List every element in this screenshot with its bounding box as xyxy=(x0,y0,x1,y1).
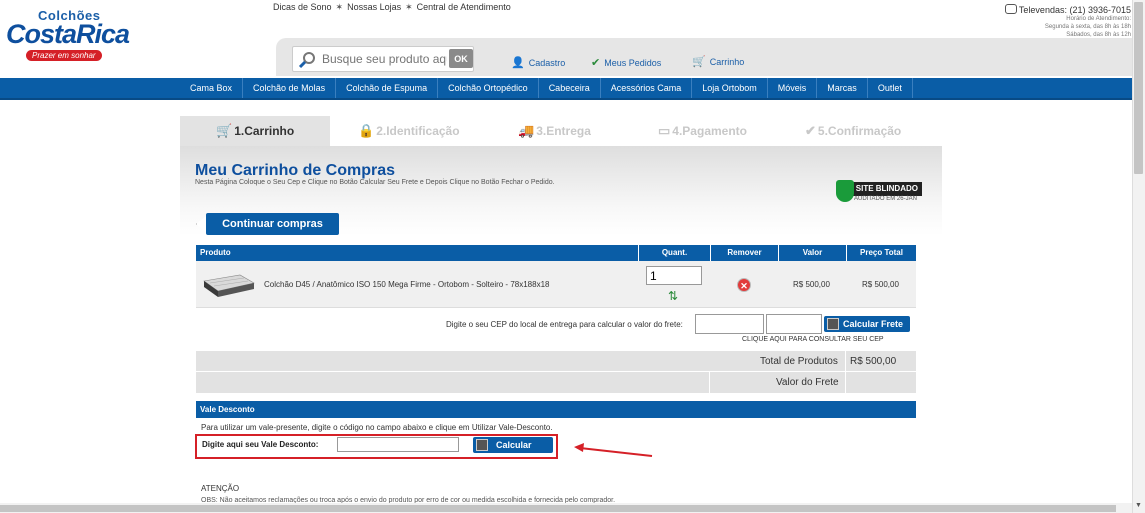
televendas-phone: Televendas: (21) 3936-7015 xyxy=(1018,5,1131,15)
col-produto: Produto xyxy=(200,248,231,257)
notice-title: ATENÇÃO xyxy=(201,484,240,493)
step-identificacao: 🔒 2.Identificação xyxy=(358,123,460,138)
search-input[interactable] xyxy=(322,47,447,71)
top-link-dicas[interactable]: Dicas de Sono xyxy=(273,2,332,13)
meus-pedidos-label: Meus Pedidos xyxy=(604,57,662,68)
horizontal-scrollbar-thumb[interactable] xyxy=(0,505,1116,512)
calcular-frete-label: Calcular Frete xyxy=(843,319,904,329)
refresh-quantity-icon[interactable]: ⇅ xyxy=(668,289,678,303)
cep-field-suffix[interactable] xyxy=(766,314,822,334)
freight-label: Valor do Frete xyxy=(776,377,839,388)
nav-item-loja-ortobom[interactable]: Loja Ortobom xyxy=(692,78,768,98)
nav-item-cama-box[interactable]: Cama Box xyxy=(180,78,244,98)
top-links: Dicas de Sono ✶ Nossas Lojas ✶ Central d… xyxy=(273,2,511,13)
voucher-instructions: Para utilizar um vale-presente, digite o… xyxy=(201,423,553,432)
nav-item-outlet[interactable]: Outlet xyxy=(868,78,913,98)
shield-icon xyxy=(836,180,854,202)
mattress-image[interactable] xyxy=(200,269,256,301)
cadastro-link[interactable]: 👤 Cadastro xyxy=(511,56,565,69)
truck-icon: 🚚 xyxy=(518,123,535,138)
total-products-label: Total de Produtos xyxy=(760,356,838,367)
separator-star-icon: ✶ xyxy=(405,2,413,12)
hours-line-2: Segunda à sexta, das 8h às 18h xyxy=(1044,24,1131,30)
voucher-label: Digite aqui seu Vale Desconto: xyxy=(202,440,319,449)
col-quantidade: Quant. xyxy=(638,245,710,261)
continue-shopping-label: Continuar compras xyxy=(206,213,339,235)
col-preco-total: Preço Total xyxy=(846,245,916,261)
vertical-scrollbar-thumb[interactable] xyxy=(1134,2,1143,174)
col-valor: Valor xyxy=(778,245,846,261)
page-title: Meu Carrinho de Compras xyxy=(195,162,396,179)
logo-main-text: CostaRica xyxy=(6,19,130,49)
step-confirmacao: ✔ 5.Confirmação xyxy=(805,123,902,138)
page: Colchões CostaRica Prazer em sonhar Dica… xyxy=(0,0,1145,513)
carrinho-label: Carrinho xyxy=(709,56,745,67)
step-entrega: 🚚 3.Entrega xyxy=(518,123,591,138)
voucher-calcular-label: Calcular xyxy=(496,440,532,450)
nav-item-colchao-ortopedico[interactable]: Colchão Ortopédico xyxy=(438,78,539,98)
televendas-info: Televendas: (21) 3936-7015 Horário de At… xyxy=(1004,4,1131,39)
consult-cep-link[interactable]: CLIQUE AQUI PARA CONSULTAR SEU CEP xyxy=(742,336,884,343)
nav-item-cabeceira[interactable]: Cabeceira xyxy=(539,78,601,98)
main-nav: Cama Box Colchão de Molas Colchão de Esp… xyxy=(0,78,1132,100)
brand-logo[interactable]: Colchões CostaRica Prazer em sonhar xyxy=(6,8,138,64)
step-pagamento: ▭ 4.Pagamento xyxy=(658,123,747,138)
product-name[interactable]: Colchão D45 / Anatômico ISO 150 Mega Fir… xyxy=(264,280,549,289)
lock-icon: 🔒 xyxy=(358,123,375,138)
credit-card-icon: ▭ xyxy=(658,123,671,138)
voucher-calcular-button[interactable]: Calcular xyxy=(473,437,553,453)
cart-table-header: Produto Quant. Remover Valor Preço Total xyxy=(196,245,916,261)
col-remover: Remover xyxy=(710,245,778,261)
step-carrinho: 🛒 1.Carrinho xyxy=(180,116,330,146)
meus-pedidos-link[interactable]: ✔ Meus Pedidos xyxy=(591,56,661,69)
seal-label: SITE BLINDADO xyxy=(844,182,922,196)
item-unit-value: R$ 500,00 xyxy=(793,280,830,289)
nav-item-marcas[interactable]: Marcas xyxy=(817,78,868,98)
quantity-input[interactable] xyxy=(646,266,702,285)
cart-icon: 🛒 xyxy=(692,56,706,68)
scroll-down-arrow-icon[interactable]: ▼ xyxy=(1135,502,1142,509)
voucher-header: Vale Desconto xyxy=(196,401,916,418)
search-icon xyxy=(298,52,315,69)
seal-audit-date: AUDITADO EM 26-JAN xyxy=(854,196,917,202)
search-ok-button[interactable]: OK xyxy=(449,49,473,68)
item-total-value: R$ 500,00 xyxy=(862,280,899,289)
annotation-arrow-icon xyxy=(574,443,653,457)
checklist-icon: ✔ xyxy=(591,57,601,69)
total-products-value: R$ 500,00 xyxy=(850,356,897,367)
cadastro-label: Cadastro xyxy=(528,57,566,68)
calculator-icon xyxy=(827,318,839,330)
page-subtitle: Nesta Página Coloque o Seu Cep e Clique … xyxy=(195,179,555,186)
continue-shopping-button[interactable]: Continuar compras xyxy=(196,213,339,235)
divider xyxy=(709,372,710,393)
calcular-frete-button[interactable]: Calcular Frete xyxy=(824,316,910,332)
calculator-icon xyxy=(476,439,488,451)
user-icon: 👤 xyxy=(511,57,525,69)
logo-slogan: Prazer em sonhar xyxy=(26,50,102,61)
checkmark-icon: ✔ xyxy=(805,123,816,138)
cep-label: Digite o seu CEP do local de entrega par… xyxy=(446,320,683,329)
hours-line-1: Horário de Atendimento: xyxy=(1066,16,1131,22)
nav-item-moveis[interactable]: Móveis xyxy=(768,78,818,98)
nav-item-colchao-molas[interactable]: Colchão de Molas xyxy=(243,78,337,98)
telephone-icon xyxy=(1004,4,1017,14)
cart-icon: 🛒 xyxy=(216,123,233,138)
top-link-lojas[interactable]: Nossas Lojas xyxy=(347,2,401,13)
site-blindado-seal[interactable]: SITE BLINDADO AUDITADO EM 26-JAN xyxy=(836,180,922,206)
nav-item-colchao-espuma[interactable]: Colchão de Espuma xyxy=(336,78,439,98)
cep-field-prefix[interactable] xyxy=(695,314,764,334)
checkout-steps: 🛒 1.Carrinho 🔒 2.Identificação 🚚 3.Entrega … xyxy=(180,116,942,146)
remove-item-icon[interactable]: ✕ xyxy=(737,278,751,292)
top-link-atendimento[interactable]: Central de Atendimento xyxy=(417,2,511,13)
separator-star-icon: ✶ xyxy=(335,2,344,12)
voucher-code-input[interactable] xyxy=(337,437,459,452)
carrinho-link[interactable]: 🛒 Carrinho xyxy=(692,55,744,68)
divider xyxy=(845,351,846,393)
nav-item-acessorios-cama[interactable]: Acessórios Cama xyxy=(601,78,693,98)
